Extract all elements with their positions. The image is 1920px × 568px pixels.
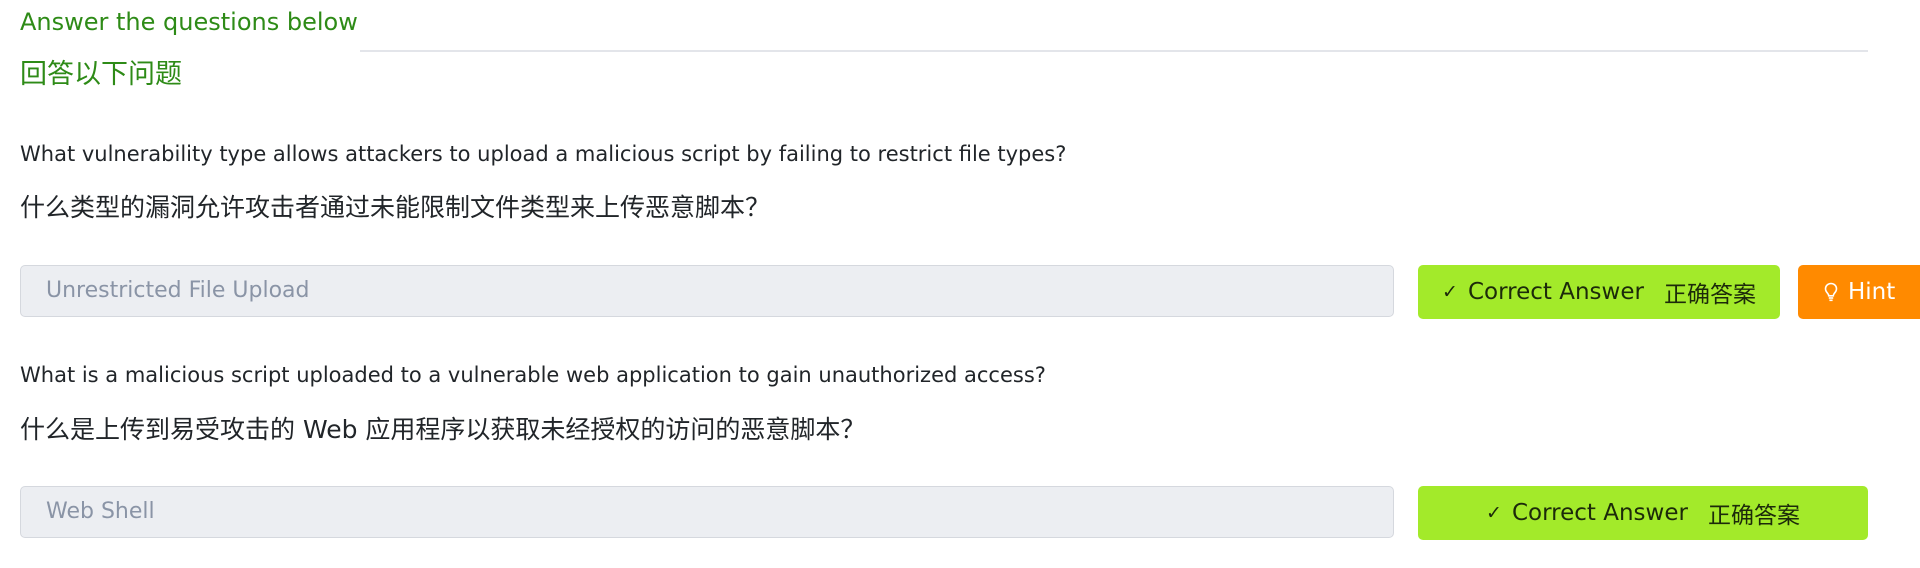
lightbulb-icon xyxy=(1824,282,1838,302)
question-2-text-en: What is a malicious script uploaded to a… xyxy=(20,363,1046,387)
correct-answer-label-cn: 正确答案 xyxy=(1707,503,1800,529)
correct-answer-label-cn: 正确答案 xyxy=(1663,282,1756,308)
question-2-correct-answer-button[interactable]: ✓ Correct Answer 正确答案 xyxy=(1418,486,1868,540)
question-1-text-cn: 什么类型的漏洞允许攻击者通过未能限制文件类型来上传恶意脚本？ xyxy=(20,193,771,222)
hint-label: Hint xyxy=(1848,279,1896,305)
question-1-correct-answer-button[interactable]: ✓ Correct Answer 正确答案 xyxy=(1418,265,1780,319)
question-2-text-cn: 什么是上传到易受攻击的 Web 应用程序以获取未经授权的访问的恶意脚本？ xyxy=(20,415,866,444)
question-1-answer-field[interactable]: Unrestricted File Upload xyxy=(20,265,1394,317)
check-icon: ✓ xyxy=(1486,502,1502,524)
check-icon: ✓ xyxy=(1442,281,1458,303)
question-1-text-en: What vulnerability type allows attackers… xyxy=(20,142,1067,166)
question-1-hint-button[interactable]: Hint xyxy=(1798,265,1920,319)
question-2-answer-field[interactable]: Web Shell xyxy=(20,486,1394,538)
section-title-en: Answer the questions below xyxy=(20,8,358,36)
section-title-cn: 回答以下问题 xyxy=(20,59,182,90)
task-answers-section: Answer the questions below 回答以下问题 What v… xyxy=(0,0,1920,568)
correct-answer-label-en: Correct Answer xyxy=(1511,500,1688,526)
correct-answer-label-en: Correct Answer xyxy=(1467,279,1644,305)
divider-line xyxy=(360,50,1868,52)
